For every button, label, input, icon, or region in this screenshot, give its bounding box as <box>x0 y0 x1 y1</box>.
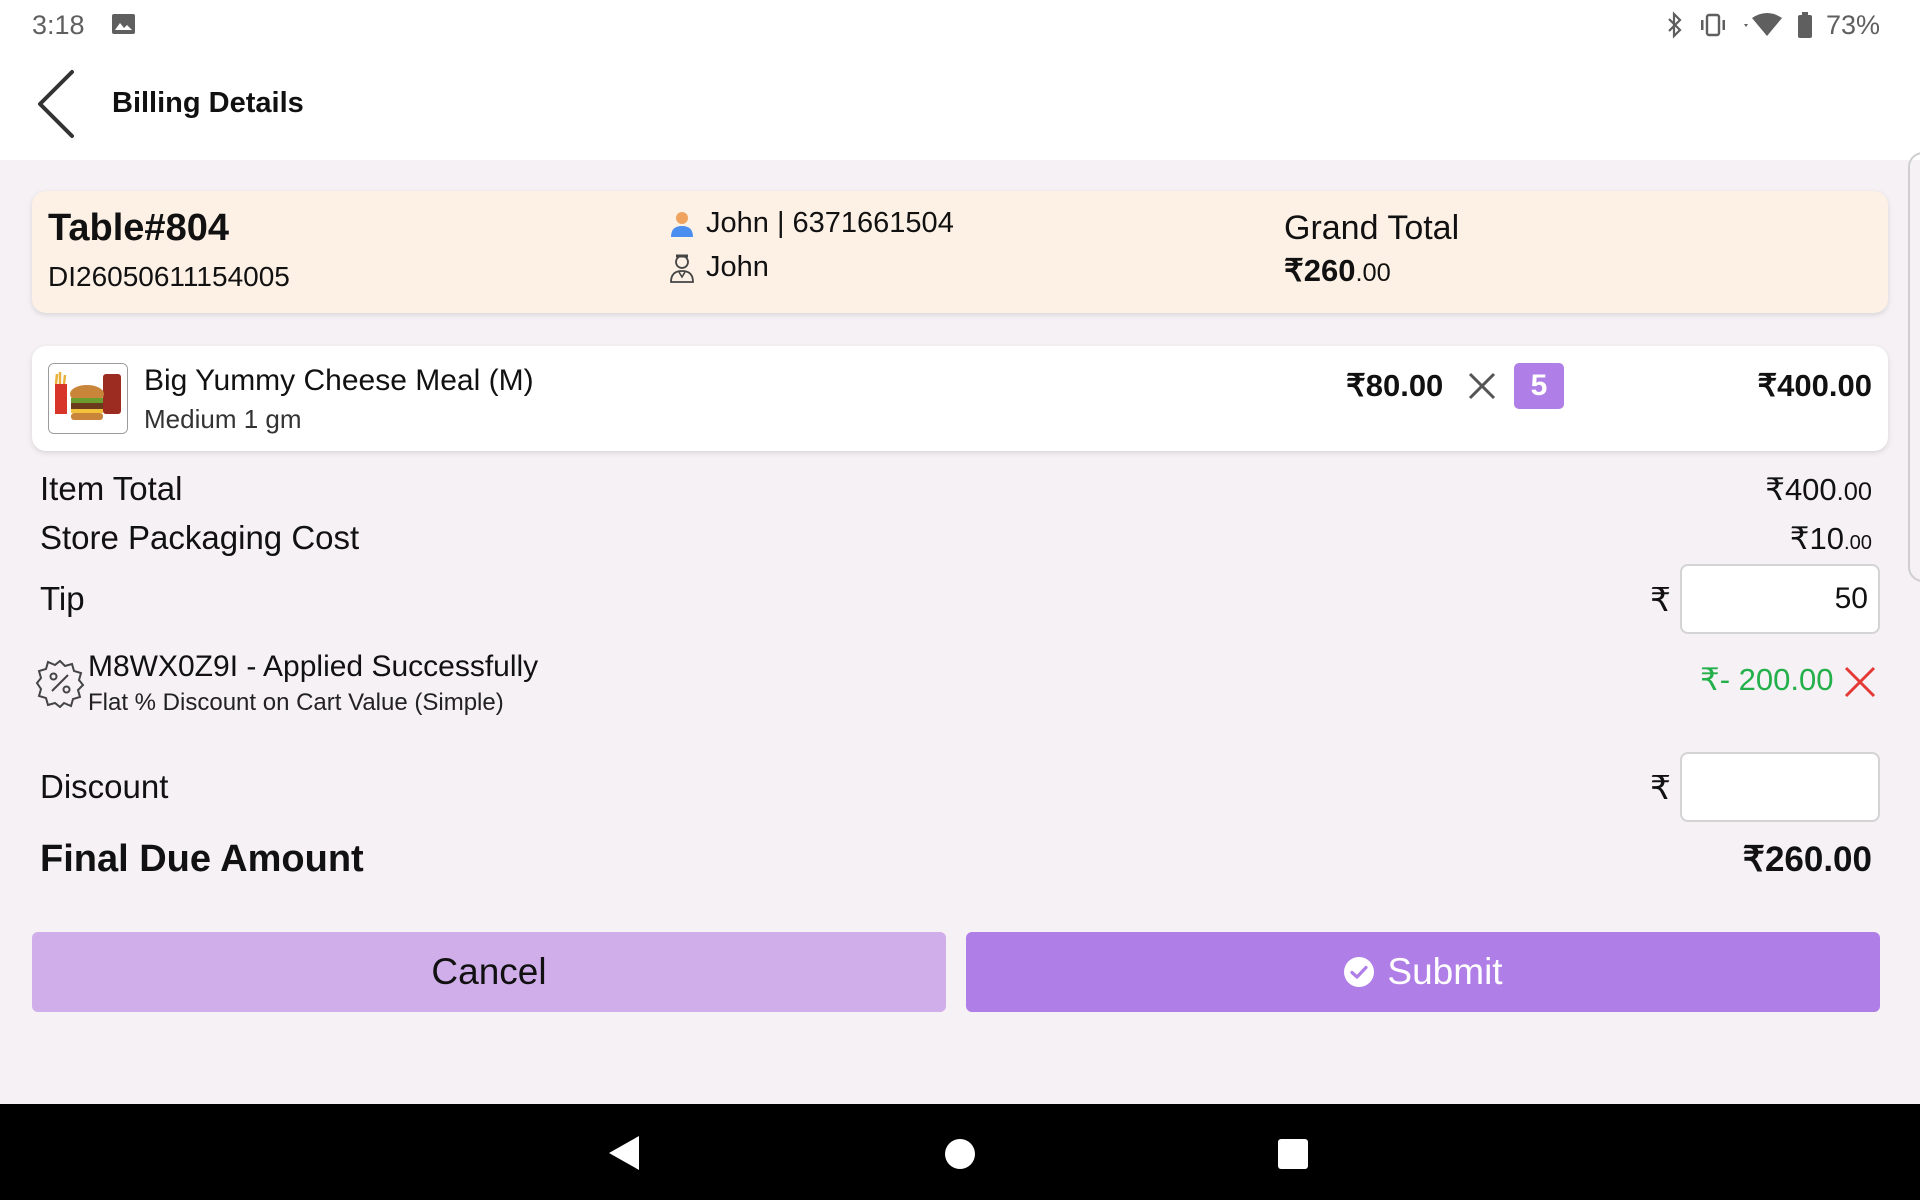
check-circle-icon <box>1344 957 1375 987</box>
order-id: DI26050611154005 <box>48 261 290 292</box>
customer-info: John | 6371661504 <box>668 207 954 240</box>
app-bar: Billing Details <box>0 50 1920 160</box>
item-unit-price: ₹80.00 <box>1346 368 1444 403</box>
staff-name: John <box>706 251 769 283</box>
bluetooth-icon <box>1668 11 1682 39</box>
submit-button[interactable]: Submit <box>966 932 1880 1012</box>
nav-home-icon[interactable] <box>945 1139 975 1169</box>
coupon-discount-amount: ₹- 200.00 <box>1700 662 1834 697</box>
customer-name-phone: John | 6371661504 <box>706 207 954 239</box>
item-name: Big Yummy Cheese Meal (M) <box>144 364 534 397</box>
cancel-button-label: Cancel <box>431 951 547 992</box>
status-time: 3:18 <box>32 10 85 40</box>
grand-total-value: ₹260.00 <box>1284 253 1391 288</box>
discount-input[interactable] <box>1680 752 1880 822</box>
item-total-value: ₹400.00 <box>1765 472 1872 507</box>
tip-currency-symbol: ₹ <box>1650 581 1671 618</box>
packaging-cost-label: Store Packaging Cost <box>40 519 360 556</box>
final-due-label: Final Due Amount <box>40 838 364 880</box>
waiter-icon <box>670 254 694 283</box>
final-due-amount: ₹260.00 <box>1742 840 1872 879</box>
coupon-status: M8WX0Z9I - Applied Successfully <box>88 650 539 683</box>
meal-image-icon <box>49 364 127 433</box>
cancel-button[interactable]: Cancel <box>32 932 946 1012</box>
tip-label: Tip <box>40 580 85 617</box>
item-thumbnail <box>48 363 128 434</box>
customer-icon <box>671 211 693 237</box>
multiply-icon <box>1468 372 1496 400</box>
cart-item: Big Yummy Cheese Meal (M) Medium 1 gm ₹8… <box>32 346 1888 451</box>
discount-currency-symbol: ₹ <box>1650 769 1671 806</box>
tip-input[interactable] <box>1680 564 1880 634</box>
item-variant: Medium 1 gm <box>144 404 302 434</box>
page-title: Billing Details <box>112 87 304 119</box>
wifi-icon <box>1743 13 1782 36</box>
grand-total-label: Grand Total <box>1284 209 1460 247</box>
battery-percent: 73% <box>1825 9 1880 40</box>
status-icons: 73% <box>1666 8 1880 42</box>
item-total-label: Item Total <box>40 470 183 507</box>
back-arrow-icon[interactable] <box>30 68 86 140</box>
scroll-edge-indicator <box>1908 152 1920 582</box>
nav-recents-icon[interactable] <box>1278 1139 1308 1169</box>
system-nav-bar <box>0 1104 1920 1200</box>
item-line-total: ₹400.00 <box>1757 368 1872 403</box>
coupon-description: Flat % Discount on Cart Value (Simple) <box>88 689 504 716</box>
battery-icon <box>1797 12 1812 38</box>
table-number: Table#804 <box>48 207 229 249</box>
submit-button-label: Submit <box>1387 951 1503 992</box>
packaging-cost-value: ₹10.00 <box>1789 521 1872 556</box>
image-icon <box>112 14 135 34</box>
nav-back-icon[interactable] <box>607 1134 641 1172</box>
discount-label: Discount <box>40 768 169 805</box>
remove-coupon-close-icon[interactable] <box>1842 664 1878 700</box>
vibrate-icon <box>1700 13 1725 37</box>
coupon-percent-icon <box>35 659 85 708</box>
status-bar: 3:18 73% <box>0 0 1920 50</box>
quantity-badge[interactable]: 5 <box>1514 363 1564 409</box>
staff-info: John <box>668 251 769 284</box>
order-header-card: Table#804 DI26050611154005 John | 637166… <box>32 191 1888 313</box>
